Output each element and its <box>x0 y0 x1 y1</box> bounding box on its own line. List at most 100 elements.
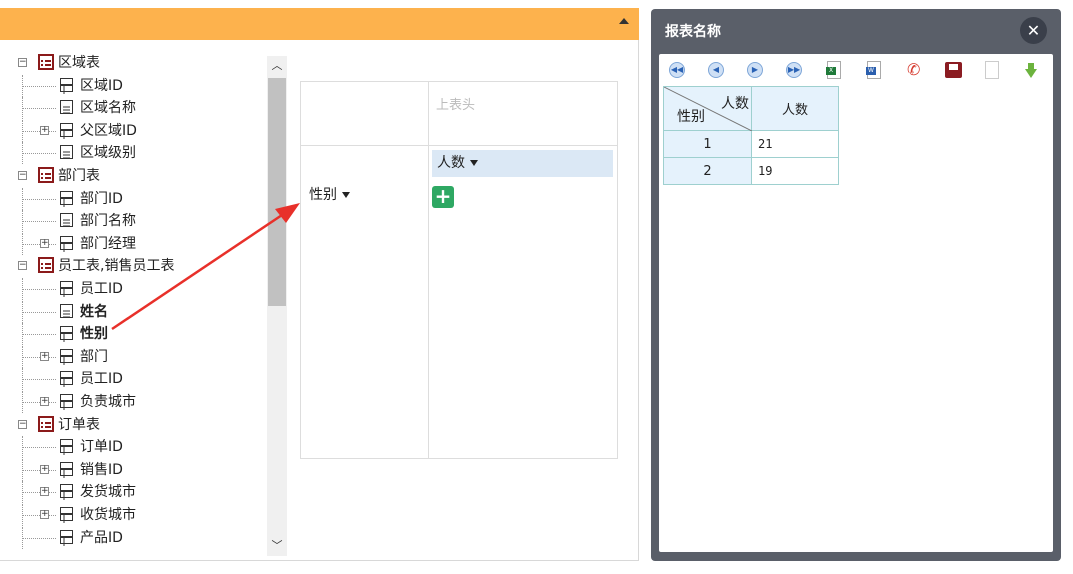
close-button[interactable]: ✕ <box>1020 17 1047 44</box>
column-header-dropzone[interactable]: 上表头 <box>436 94 475 113</box>
tree-field-node[interactable]: 区域名称 <box>0 97 268 120</box>
field-icon <box>60 348 73 365</box>
collapse-node-icon[interactable]: − <box>18 261 27 271</box>
tree-guide-line <box>22 492 56 494</box>
tree-node-label: 销售ID <box>80 461 123 478</box>
tree-field-node[interactable]: 产品ID <box>0 526 268 549</box>
text-export-icon[interactable] <box>982 60 1002 80</box>
field-icon <box>60 281 73 297</box>
table-icon <box>38 257 54 274</box>
tree-node-label: 区域ID <box>80 77 123 94</box>
designer-panel: − 区域表 区域ID 区域名称 + 父区域ID 区域级别 − 部门表 部门ID 部门名称 + 部门经理 −… <box>0 8 639 561</box>
first-page-icon[interactable]: ◀◀ <box>667 60 687 80</box>
caret-down-icon <box>470 160 478 166</box>
tree-field-node[interactable]: 部门名称 <box>0 210 268 233</box>
pdf-export-icon[interactable]: ✆ <box>904 60 924 80</box>
tree-field-node[interactable]: 姓名 <box>0 300 268 323</box>
field-icon <box>60 77 73 94</box>
row-value-cell: 19 <box>751 157 839 185</box>
tree-table-node[interactable]: − 部门表 <box>0 165 268 187</box>
collapse-node-icon[interactable]: − <box>18 171 27 180</box>
scroll-up-icon[interactable]: ︿ <box>267 56 287 76</box>
pivot-design-area: 上表头 性别 人数 + <box>300 81 618 459</box>
add-measure-button[interactable]: + <box>432 186 454 208</box>
tree-guide-line <box>22 515 56 516</box>
tree-field-node[interactable]: + 发货城市 <box>0 481 268 504</box>
excel-export-icon[interactable]: X <box>824 60 844 80</box>
tree-field-node[interactable]: 部门ID <box>0 187 268 210</box>
tree-field-node[interactable]: + 销售ID <box>0 458 268 481</box>
tree-table-node[interactable]: − 订单表 <box>0 414 268 436</box>
expand-node-icon[interactable]: + <box>40 487 49 497</box>
tree-table-node[interactable]: − 员工表,销售员工表 <box>0 255 268 277</box>
tree-field-node[interactable]: + 负责城市 <box>0 391 268 413</box>
tree-guide-line <box>22 334 56 336</box>
collapse-node-icon[interactable]: − <box>18 419 27 429</box>
tree-scrollbar[interactable]: ︿ ﹀ <box>267 56 287 556</box>
tree-node-label: 区域名称 <box>80 100 136 117</box>
tree-guide-line <box>22 356 56 358</box>
field-icon <box>60 122 73 139</box>
tree-node-label: 产品ID <box>80 529 123 546</box>
tree-guide-line <box>22 108 56 110</box>
table-icon <box>38 415 54 432</box>
collapse-icon[interactable] <box>619 18 629 24</box>
tree-node-label: 姓名 <box>80 303 108 320</box>
tree-field-node[interactable]: + 收货城市 <box>0 504 268 526</box>
expand-node-icon[interactable]: + <box>40 464 49 474</box>
tree-field-node[interactable]: + 部门经理 <box>0 232 268 255</box>
designer-header-bar <box>0 8 639 40</box>
tree-field-node[interactable]: + 部门 <box>0 345 268 368</box>
pivot-divider-horizontal <box>301 145 617 146</box>
tree-guide-line <box>22 243 56 245</box>
tree-field-node[interactable]: 订单ID <box>0 436 268 459</box>
expand-node-icon[interactable]: + <box>40 351 49 361</box>
scroll-down-icon[interactable]: ﹀ <box>267 536 287 556</box>
field-icon <box>60 484 73 501</box>
scroll-thumb[interactable] <box>268 78 286 306</box>
text-field-icon <box>60 145 73 160</box>
expand-node-icon[interactable]: + <box>40 397 49 406</box>
tree-guide-line <box>22 198 56 200</box>
print-icon[interactable] <box>943 60 963 80</box>
download-icon[interactable] <box>1020 60 1040 80</box>
next-page-icon[interactable]: ▶ <box>745 60 765 80</box>
text-field-icon <box>60 303 73 318</box>
tree-guide-line <box>22 130 56 132</box>
caret-down-icon <box>342 192 350 198</box>
tree-field-node[interactable]: 性别 <box>0 323 268 346</box>
field-icon <box>60 439 73 456</box>
field-tree: − 区域表 区域ID 区域名称 + 父区域ID 区域级别 − 部门表 部门ID 部门名称 + 部门经理 −… <box>0 48 268 555</box>
tree-field-node[interactable]: 区域ID <box>0 74 268 97</box>
row-field-chip[interactable]: 性别 <box>309 184 350 204</box>
tree-guide-line <box>22 537 56 539</box>
field-icon <box>60 394 73 410</box>
field-icon <box>60 326 73 343</box>
tree-node-label: 性别 <box>80 326 108 343</box>
expand-node-icon[interactable]: + <box>40 125 49 135</box>
tree-guide-line <box>22 311 56 313</box>
field-icon <box>60 235 73 252</box>
tree-node-label: 发货城市 <box>80 484 136 501</box>
tree-field-node[interactable]: + 父区域ID <box>0 119 268 142</box>
tree-node-label: 员工ID <box>80 371 123 388</box>
tree-table-node[interactable]: − 区域表 <box>0 52 268 74</box>
collapse-node-icon[interactable]: − <box>18 58 27 67</box>
tree-guide-line <box>22 289 56 290</box>
tree-node-label: 区域表 <box>58 55 100 71</box>
tree-field-node[interactable]: 员工ID <box>0 368 268 391</box>
tree-node-label: 收货城市 <box>80 507 136 523</box>
tree-node-label: 订单ID <box>80 439 123 456</box>
tree-node-label: 部门表 <box>58 168 100 184</box>
column-header-cell: 人数 <box>751 86 839 131</box>
expand-node-icon[interactable]: + <box>40 510 49 519</box>
measure-chip[interactable]: 人数 <box>432 150 613 177</box>
word-export-icon[interactable]: W <box>864 60 884 80</box>
report-preview-dialog: 报表名称 ✕ ◀◀ ◀ ▶ ▶▶ X W ✆ 人数 性别 人数 1 21 2 1… <box>651 9 1061 561</box>
tree-field-node[interactable]: 员工ID <box>0 278 268 300</box>
last-page-icon[interactable]: ▶▶ <box>784 60 804 80</box>
report-table: 人数 性别 人数 1 21 2 19 <box>663 86 839 185</box>
prev-page-icon[interactable]: ◀ <box>706 60 726 80</box>
expand-node-icon[interactable]: + <box>40 238 49 248</box>
tree-field-node[interactable]: 区域级别 <box>0 142 268 165</box>
